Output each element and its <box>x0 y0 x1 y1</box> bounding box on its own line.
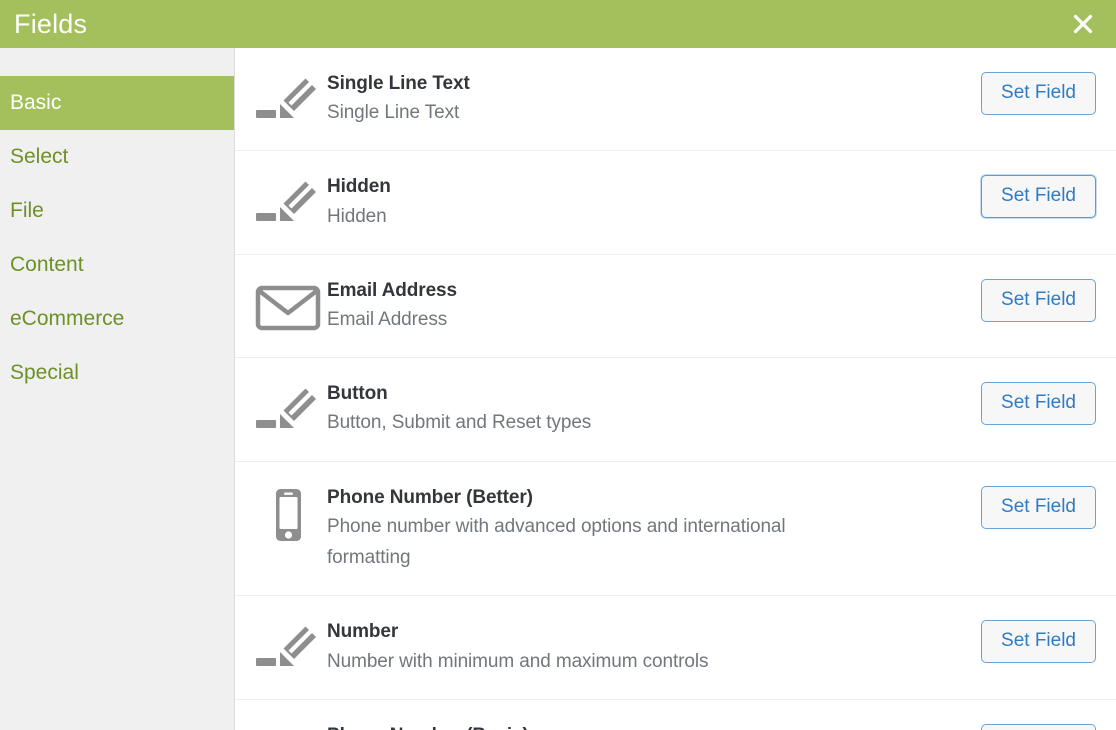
sidebar-item-basic[interactable]: Basic <box>0 76 234 130</box>
category-sidebar: Basic Select File Content eCommerce Spec… <box>0 48 235 730</box>
table-row: Number Number with minimum and maximum c… <box>235 596 1116 700</box>
field-title: Button <box>327 383 388 405</box>
sidebar-item-content[interactable]: Content <box>0 238 234 292</box>
modal-body: Basic Select File Content eCommerce Spec… <box>0 48 1116 730</box>
sidebar-item-ecommerce[interactable]: eCommerce <box>0 292 234 346</box>
field-text: Hidden Hidden <box>327 173 887 231</box>
field-title: Number <box>327 621 399 643</box>
field-text: Button Button, Submit and Reset types <box>327 380 887 438</box>
field-list: Single Line Text Single Line Text Set Fi… <box>235 48 1116 730</box>
set-field-button[interactable]: Set Field <box>981 72 1096 115</box>
field-action: Set Field <box>981 484 1096 529</box>
field-title: Phone Number (Better) <box>327 486 533 508</box>
close-icon <box>1070 11 1096 37</box>
table-row: Button Button, Submit and Reset types Se… <box>235 358 1116 462</box>
field-action: Set Field <box>981 70 1096 115</box>
field-text: Email Address Email Address <box>327 277 887 335</box>
table-row: Email Address Email Address Set Field <box>235 255 1116 359</box>
field-title: Email Address <box>327 279 457 301</box>
pencil-icon <box>249 380 327 436</box>
field-description: Button, Submit and Reset types <box>327 412 592 434</box>
modal-header: Fields <box>0 0 1116 48</box>
sidebar-item-label: Select <box>10 145 69 168</box>
field-action: Set Field <box>981 380 1096 426</box>
table-row: Phone Number (Better) Phone number with … <box>235 462 1116 597</box>
set-field-button[interactable]: Set Field <box>981 382 1096 426</box>
field-description: Email Address <box>327 308 448 330</box>
field-action: Set Field <box>981 722 1096 730</box>
table-row: Phone Number (Basic) Phone number with m… <box>235 700 1116 730</box>
field-title: Single Line Text <box>327 73 470 94</box>
field-description: Single Line Text <box>327 102 460 124</box>
set-field-button[interactable]: Set Field <box>981 620 1096 664</box>
set-field-button[interactable]: Set Field <box>981 175 1096 219</box>
envelope-icon <box>249 277 327 333</box>
sidebar-item-label: Content <box>10 253 84 276</box>
field-action: Set Field <box>981 173 1096 219</box>
field-text: Phone Number (Better) Phone number with … <box>327 484 887 574</box>
set-field-button[interactable]: Set Field <box>981 723 1096 730</box>
sidebar-item-label: File <box>10 199 44 222</box>
field-title: Hidden <box>327 176 391 198</box>
close-button[interactable] <box>1068 9 1098 39</box>
field-title: Phone Number (Basic) <box>327 723 863 730</box>
table-row: Single Line Text Single Line Text Set Fi… <box>235 48 1116 152</box>
set-field-button[interactable]: Set Field <box>981 485 1096 529</box>
phone-handset-icon <box>249 722 327 730</box>
fields-modal: Fields Basic Select File Content eCommer… <box>0 0 1116 730</box>
sidebar-item-special[interactable]: Special <box>0 346 234 400</box>
field-description: Number with minimum and maximum controls <box>327 650 709 672</box>
table-row: Hidden Hidden Set Field <box>235 151 1116 255</box>
field-text: Number Number with minimum and maximum c… <box>327 618 887 676</box>
pencil-icon <box>249 173 327 229</box>
sidebar-item-label: eCommerce <box>10 307 125 330</box>
field-description: Phone number with advanced options and i… <box>327 515 786 569</box>
set-field-button[interactable]: Set Field <box>981 278 1096 322</box>
field-action: Set Field <box>981 618 1096 664</box>
pencil-icon <box>249 70 327 126</box>
page-title: Fields <box>14 8 88 39</box>
sidebar-item-file[interactable]: File <box>0 184 234 238</box>
sidebar-item-select[interactable]: Select <box>0 130 234 184</box>
sidebar-item-label: Special <box>10 361 79 384</box>
field-text: Single Line Text Single Line Text <box>327 70 887 128</box>
pencil-icon <box>249 618 327 674</box>
field-description: Hidden <box>327 205 387 227</box>
field-action: Set Field <box>981 277 1096 322</box>
mobile-phone-icon <box>249 484 327 546</box>
sidebar-item-label: Basic <box>10 91 62 114</box>
field-text: Phone Number (Basic) Phone number with m… <box>327 722 887 730</box>
